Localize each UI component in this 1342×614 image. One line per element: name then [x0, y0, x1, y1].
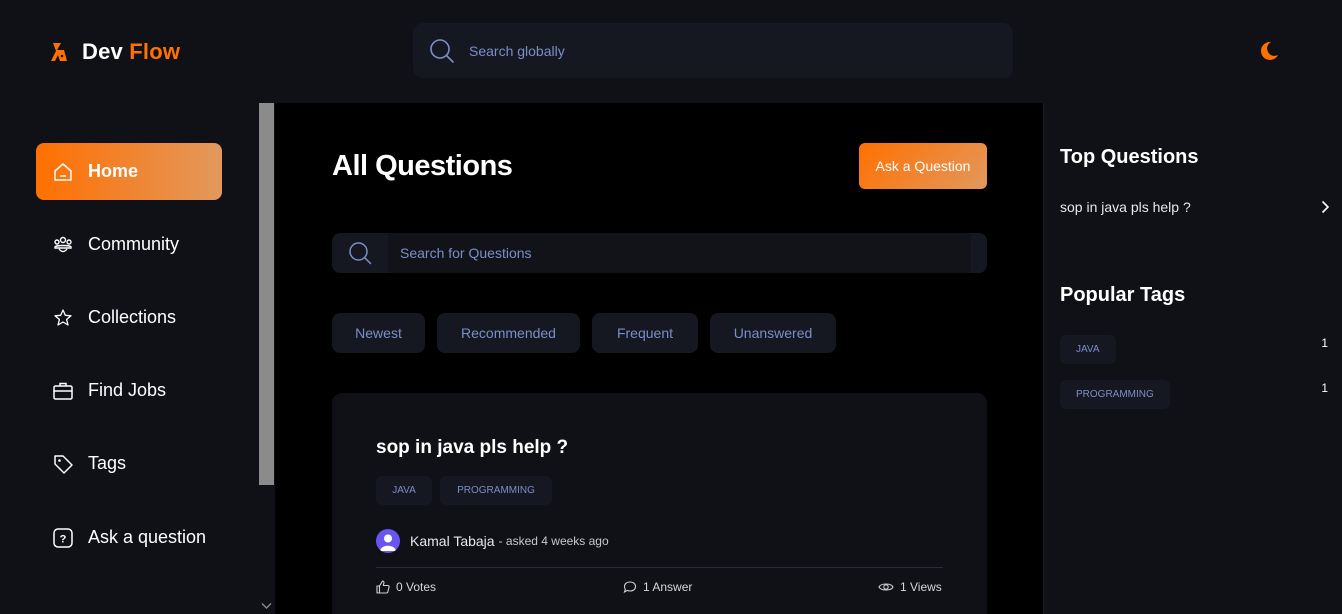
- question-icon: ?: [53, 527, 73, 548]
- sidebar-item-label: Collections: [88, 307, 177, 327]
- users-icon: [54, 236, 72, 252]
- sidebar-item-label: Home: [88, 161, 139, 181]
- chevron-down-icon[interactable]: [261, 602, 272, 610]
- ask-question-button[interactable]: Ask a Question: [859, 143, 987, 189]
- sidebar-item-label: Tags: [88, 453, 127, 473]
- eye-icon: [878, 583, 894, 591]
- brand-logo[interactable]: Dev Flow: [50, 39, 180, 65]
- sidebar-scrollbar[interactable]: [258, 103, 275, 614]
- views-metric: 1 Views: [878, 580, 942, 594]
- question-search-bar[interactable]: [332, 233, 987, 273]
- answers-count: 1 Answer: [643, 580, 693, 594]
- question-search-input[interactable]: [388, 233, 971, 273]
- votes-count: 0 Votes: [396, 580, 437, 594]
- global-search-input[interactable]: [469, 42, 989, 59]
- sidebar-item-collections[interactable]: Collections: [36, 289, 222, 346]
- filter-newest[interactable]: Newest: [332, 313, 425, 353]
- asked-time: - asked 4 weeks ago: [498, 534, 609, 548]
- popular-tag-count: 1: [1321, 381, 1328, 395]
- question-tag[interactable]: java: [376, 476, 432, 505]
- logo-icon: [51, 43, 67, 61]
- message-icon: [623, 581, 637, 594]
- main-content: All Questions Ask a Question Newest Reco…: [275, 103, 1043, 614]
- sidebar-item-find-jobs[interactable]: Find Jobs: [36, 362, 222, 419]
- moon-icon[interactable]: [1258, 40, 1280, 62]
- filter-unanswered[interactable]: Unanswered: [710, 313, 836, 353]
- avatar: [376, 529, 400, 553]
- question-author[interactable]: Kamal Tabaja - asked 4 weeks ago: [376, 529, 609, 553]
- scrollbar-thumb[interactable]: [259, 103, 274, 485]
- left-sidebar: Home Community Collections Find Jobs Tag…: [0, 103, 258, 614]
- tag-icon: [54, 454, 73, 474]
- author-name[interactable]: Kamal Tabaja: [410, 533, 495, 549]
- votes-metric: 0 Votes: [376, 580, 436, 594]
- svg-text:?: ?: [60, 533, 67, 545]
- home-icon: [54, 162, 72, 181]
- sidebar-item-label: Ask a question: [88, 527, 207, 547]
- question-card: sop in java pls help ? java programming …: [332, 393, 987, 614]
- star-icon: [54, 308, 72, 326]
- sidebar-item-label: Find Jobs: [88, 380, 167, 400]
- chevron-right-icon[interactable]: [1320, 200, 1330, 214]
- question-tag[interactable]: programming: [440, 476, 552, 505]
- top-questions-heading: Top Questions: [1060, 146, 1199, 168]
- top-question-item[interactable]: sop in java pls help ?: [1060, 199, 1330, 215]
- popular-tags-heading: Popular Tags: [1060, 284, 1186, 306]
- sidebar-item-community[interactable]: Community: [36, 216, 222, 273]
- briefcase-icon: [53, 382, 73, 400]
- filter-frequent[interactable]: Frequent: [592, 313, 698, 353]
- divider: [376, 567, 943, 568]
- search-icon: [430, 38, 454, 63]
- answers-metric: 1 Answer: [623, 580, 692, 594]
- user-icon: [380, 534, 396, 551]
- views-count: 1 Views: [900, 580, 942, 594]
- question-title[interactable]: sop in java pls help ?: [376, 437, 568, 459]
- sidebar-item-label: Community: [88, 234, 180, 254]
- top-navbar: Dev Flow: [0, 0, 1342, 103]
- popular-tag[interactable]: programming: [1060, 380, 1170, 409]
- global-search-bar[interactable]: [413, 23, 1013, 78]
- right-sidebar: Top Questions sop in java pls help ? Pop…: [1043, 103, 1342, 614]
- brand-name-dev: Dev: [82, 39, 123, 64]
- filter-recommended[interactable]: Recommended: [437, 313, 580, 353]
- sidebar-item-home[interactable]: Home: [36, 143, 222, 200]
- brand-name: Dev Flow: [82, 39, 180, 65]
- sidebar-item-tags[interactable]: Tags: [36, 435, 222, 492]
- sidebar-item-ask-question[interactable]: ? Ask a question: [36, 509, 222, 566]
- popular-tag-count: 1: [1321, 336, 1328, 350]
- top-question-title[interactable]: sop in java pls help ?: [1060, 199, 1191, 215]
- thumbs-up-icon: [376, 580, 390, 594]
- page-title: All Questions: [332, 150, 513, 182]
- search-icon: [349, 242, 372, 265]
- popular-tag[interactable]: java: [1060, 335, 1116, 364]
- brand-name-flow: Flow: [129, 39, 181, 64]
